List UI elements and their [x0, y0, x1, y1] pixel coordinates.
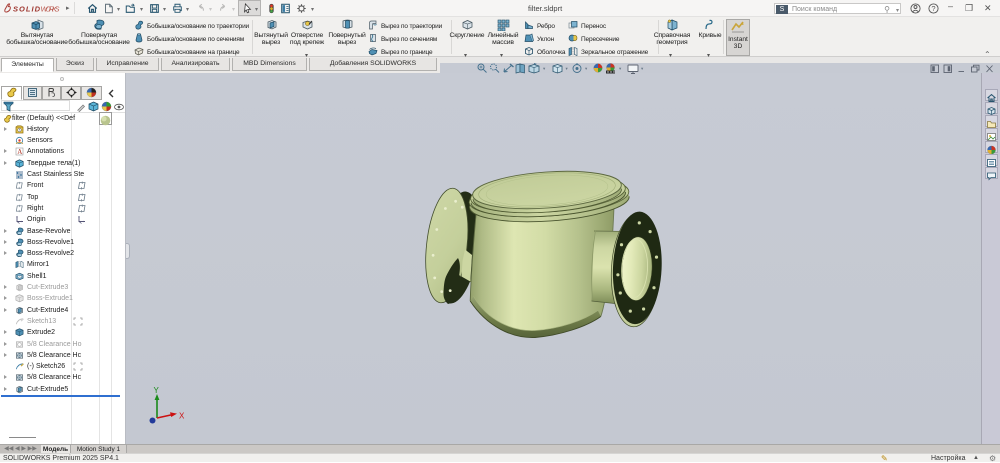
svg-text:X: X — [179, 412, 185, 421]
svg-text:SOLID: SOLID — [13, 5, 41, 14]
svg-text:▾: ▾ — [641, 66, 644, 71]
svg-text:A: A — [17, 148, 22, 156]
svg-text:▾: ▾ — [566, 66, 569, 71]
svg-text:▾: ▾ — [585, 66, 588, 71]
svg-text:Y: Y — [154, 386, 160, 395]
svg-text:▾: ▾ — [543, 66, 546, 71]
svg-text:WORKS: WORKS — [41, 5, 60, 14]
svg-text:▾: ▾ — [619, 66, 622, 71]
svg-text:?: ? — [931, 4, 935, 13]
